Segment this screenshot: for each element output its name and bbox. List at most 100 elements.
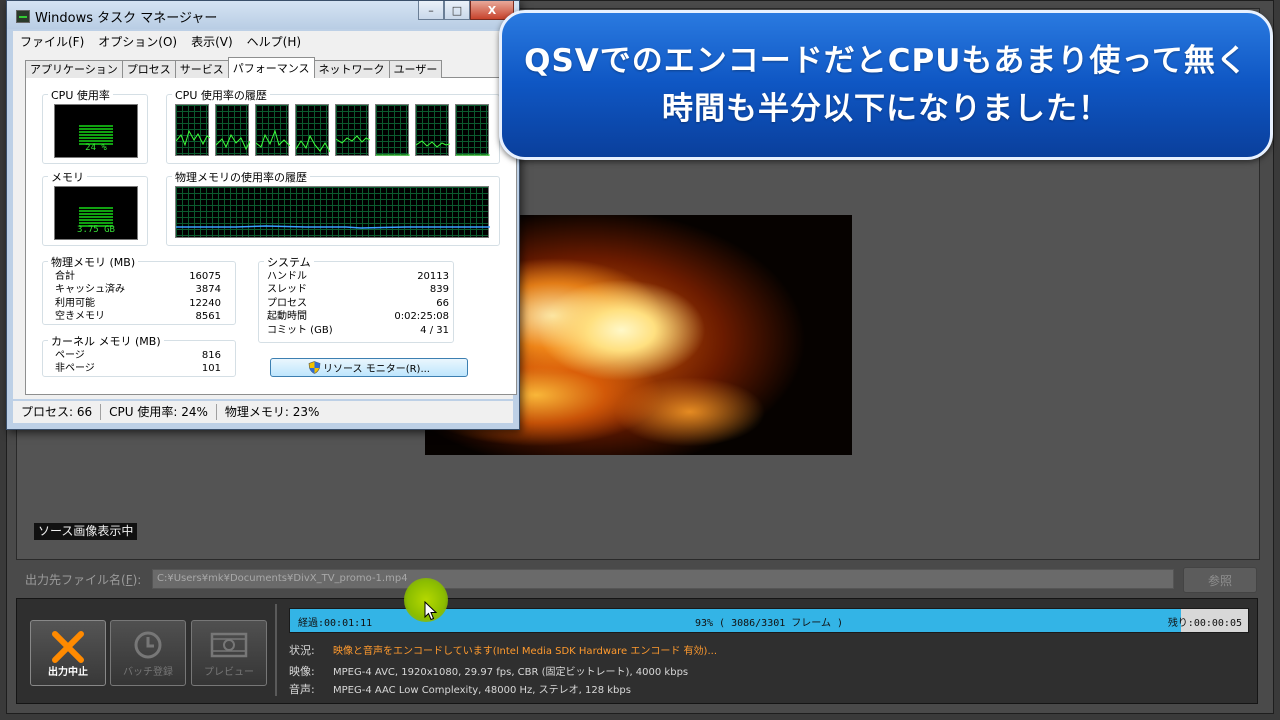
shield-icon: [308, 361, 321, 374]
memory-group: メモリ 3.75 GB: [42, 169, 148, 246]
maximize-button[interactable]: □: [444, 1, 470, 20]
status-value: 映像と音声をエンコードしています(Intel Media SDK Hardwar…: [333, 646, 717, 657]
kv-row: 利用可能 12240: [55, 297, 221, 310]
kv-row: プロセス 66: [267, 297, 449, 310]
physical-memory-rows: 合計 16075 キャッシュ済み 3874 利用可能 12240 空きメモリ 8561: [55, 270, 221, 324]
tab-processes[interactable]: プロセス: [121, 60, 176, 78]
window-controls: – □ X: [418, 1, 514, 21]
cpu-meter-bars: [79, 125, 113, 145]
cpu-history-core-6: [375, 104, 410, 156]
system-rows: ハンドル 20113 スレッド 839 プロセス 66 起動時間 0:02:25:08 コミット…: [267, 270, 449, 337]
cpu-history-core-5: [335, 104, 370, 156]
video-value: MPEG-4 AVC, 1920x1080, 29.97 fps, CBR (固…: [333, 667, 689, 678]
cpu-meter: 24 %: [54, 104, 138, 158]
kv-row: 非ページ 101: [55, 362, 221, 375]
kv-value: 3874: [195, 284, 221, 296]
clock-icon: [134, 631, 162, 659]
tab-networking[interactable]: ネットワーク: [313, 60, 390, 78]
performance-panel: CPU 使用率 24 % CPU 使用率の履歴 メモリ 3.75 GB 物理メモ…: [25, 77, 517, 395]
kv-value: 66: [436, 297, 449, 309]
kv-row: 空きメモリ 8561: [55, 310, 221, 323]
menu-file[interactable]: ファイル(F): [13, 33, 91, 50]
menu-view[interactable]: 表示(V): [184, 33, 240, 50]
source-display-tag: ソース画像表示中: [34, 523, 138, 540]
tab-applications[interactable]: アプリケーション: [25, 60, 123, 78]
kv-label: キャッシュ済み: [55, 284, 125, 296]
kv-value: 8561: [195, 311, 221, 323]
caption-line-1: QSVでのエンコードだとCPUもあまり使って無く: [524, 43, 1248, 79]
caption-banner: QSVでのエンコードだとCPUもあまり使って無く 時間も半分以下になりました！: [499, 10, 1273, 160]
cpu-history-core-1: [175, 104, 210, 156]
mouse-cursor-icon: [424, 601, 438, 621]
stop-output-label: 出力中止: [48, 667, 88, 678]
kv-value: 101: [201, 363, 221, 375]
window-title: Windows タスク マネージャー: [35, 11, 218, 26]
caption-line-2: 時間も半分以下になりました！: [662, 91, 1110, 127]
resource-monitor-button[interactable]: リソース モニター(R)...: [270, 358, 468, 377]
tab-users[interactable]: ユーザー: [388, 60, 443, 78]
kernel-memory-rows: ページ 816 非ページ 101: [55, 349, 221, 376]
memory-history-group: 物理メモリの使用率の履歴: [166, 169, 500, 246]
kv-row: ページ 816: [55, 349, 221, 362]
remaining-time: 残り:00:00:05: [1167, 618, 1242, 629]
menu-options[interactable]: オプション(O): [91, 33, 184, 50]
kv-label: ページ: [55, 350, 85, 361]
kv-label: 利用可能: [55, 297, 95, 309]
memory-history-graph: [175, 186, 490, 238]
kernel-memory-title: カーネル メモリ (MB): [48, 333, 164, 349]
status-bar: プロセス: 66 CPU 使用率: 24% 物理メモリ: 23%: [13, 401, 513, 423]
cpu-usage-group: CPU 使用率 24 %: [42, 87, 148, 164]
minimize-button[interactable]: –: [418, 1, 444, 20]
kv-label: プロセス: [267, 297, 307, 309]
preview-button[interactable]: プレビュー: [191, 620, 267, 686]
cpu-history-core-2: [215, 104, 250, 156]
tab-services[interactable]: サービス: [174, 60, 229, 78]
status-row: 状況: 映像と音声をエンコードしています(Intel Media SDK Hard…: [289, 642, 717, 658]
client-area: CPU 使用率 24 % CPU 使用率の履歴 メモリ 3.75 GB 物理メモ…: [13, 52, 517, 399]
kv-value: 4 / 31: [420, 324, 449, 336]
tab-performance[interactable]: パフォーマンス: [227, 57, 315, 78]
close-x-icon: [52, 631, 84, 663]
video-label: 映像:: [289, 665, 315, 678]
preview-label: プレビュー: [204, 667, 254, 678]
video-info-row: 映像: MPEG-4 AVC, 1920x1080, 29.97 fps, CBR…: [289, 663, 688, 679]
batch-register-button[interactable]: バッチ登録: [110, 620, 186, 686]
task-manager-window: Windows タスク マネージャー – □ X ファイル(F) オプション(O…: [6, 0, 520, 430]
audio-label: 音声:: [289, 683, 315, 696]
cpu-history-core-8: [455, 104, 490, 156]
audio-info-row: 音声: MPEG-4 AAC Low Complexity, 48000 Hz, …: [289, 681, 631, 697]
cpu-history-core-3: [255, 104, 290, 156]
cpu-usage-title: CPU 使用率: [48, 87, 113, 103]
menu-bar: ファイル(F) オプション(O) 表示(V) ヘルプ(H): [13, 31, 513, 52]
tab-strip: アプリケーション プロセス サービス パフォーマンス ネットワーク ユーザー: [25, 57, 443, 78]
menu-help[interactable]: ヘルプ(H): [240, 33, 308, 50]
system-title: システム: [264, 254, 314, 270]
kv-label: スレッド: [267, 284, 307, 296]
physical-memory-group: 物理メモリ (MB) 合計 16075 キャッシュ済み 3874 利用可能 12240 空き…: [42, 254, 236, 325]
kv-label: 非ページ: [55, 363, 95, 375]
status-cpu: CPU 使用率: 24%: [101, 404, 217, 420]
stop-output-button[interactable]: 出力中止: [30, 620, 106, 686]
kv-value: 12240: [189, 297, 221, 309]
kv-label: ハンドル: [267, 271, 307, 282]
status-label: 状況:: [289, 644, 315, 657]
kv-row: コミット (GB) 4 / 31: [267, 324, 449, 337]
kv-value: 839: [429, 284, 449, 296]
kernel-memory-group: カーネル メモリ (MB) ページ 816 非ページ 101: [42, 333, 236, 377]
status-memory: 物理メモリ: 23%: [224, 405, 320, 419]
kv-row: ハンドル 20113: [267, 270, 449, 283]
kv-value: 16075: [189, 271, 221, 282]
browse-button[interactable]: 参照: [1183, 567, 1257, 593]
output-file-input[interactable]: C:¥Users¥mk¥Documents¥DivX_TV_promo-1.mp…: [152, 569, 1174, 589]
kv-value: 20113: [417, 271, 449, 282]
title-bar[interactable]: Windows タスク マネージャー – □ X: [7, 1, 519, 29]
cpu-history-core-7: [415, 104, 450, 156]
kv-label: 空きメモリ: [55, 311, 105, 323]
audio-value: MPEG-4 AAC Low Complexity, 48000 Hz, ステレ…: [333, 685, 631, 696]
kv-row: スレッド 839: [267, 283, 449, 296]
cpu-history-group: CPU 使用率の履歴: [166, 87, 500, 164]
system-group: システム ハンドル 20113 スレッド 839 プロセス 66 起動時間 0:02:25:0…: [258, 254, 454, 343]
film-preview-icon: [210, 632, 248, 658]
memory-title: メモリ: [48, 169, 87, 185]
resource-monitor-label: リソース モニター(R)...: [323, 364, 430, 375]
